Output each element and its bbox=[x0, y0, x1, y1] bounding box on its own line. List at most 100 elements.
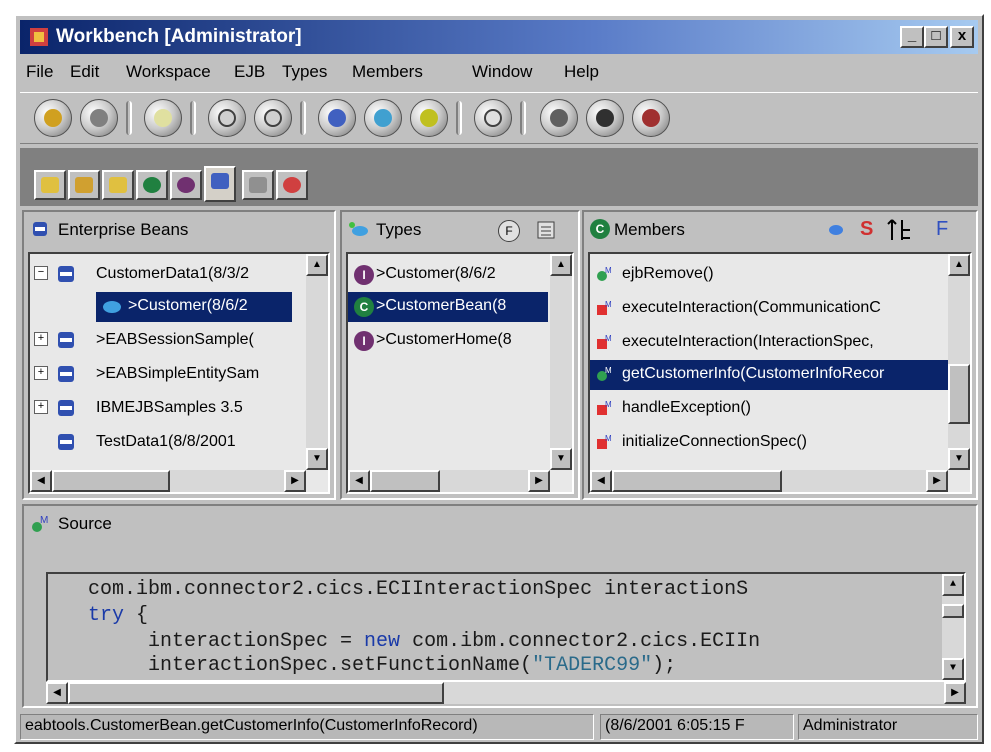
beans-list[interactable]: − CustomerData1(8/3/2 >Customer(8/6/2 + … bbox=[28, 252, 330, 494]
vertical-scrollbar[interactable]: ▲ ▼ bbox=[948, 254, 970, 470]
hierarchy-icon[interactable] bbox=[632, 99, 670, 137]
list-item[interactable]: I >CustomerHome(8 bbox=[348, 326, 552, 356]
scroll-thumb[interactable] bbox=[52, 470, 170, 492]
list-item[interactable]: + IBMEJBSamples 3.5 bbox=[30, 394, 308, 424]
scroll-left-button[interactable]: ◀ bbox=[348, 470, 370, 492]
list-item[interactable]: M initializeConnectionSpec() bbox=[590, 428, 950, 458]
scroll-down-button[interactable]: ▼ bbox=[942, 658, 964, 680]
scroll-right-button[interactable]: ▶ bbox=[528, 470, 550, 492]
package-icon[interactable] bbox=[540, 99, 578, 137]
list-item[interactable]: M executeInteraction(InteractionSpec, bbox=[590, 328, 950, 358]
scroll-right-button[interactable]: ▶ bbox=[284, 470, 306, 492]
scroll-up-button[interactable]: ▲ bbox=[942, 574, 964, 596]
minimize-button[interactable]: _ bbox=[900, 26, 924, 48]
method-private-icon: M bbox=[597, 434, 612, 449]
svg-text:M: M bbox=[605, 366, 612, 375]
field-filter-icon[interactable]: F bbox=[498, 220, 520, 242]
menu-workspace[interactable]: Workspace bbox=[126, 62, 211, 82]
expander-icon[interactable]: + bbox=[34, 366, 48, 380]
method-icon[interactable] bbox=[208, 99, 246, 137]
scroll-thumb[interactable] bbox=[948, 364, 970, 424]
scroll-thumb[interactable] bbox=[612, 470, 782, 492]
expander-icon[interactable]: + bbox=[34, 332, 48, 346]
tab-classes[interactable] bbox=[136, 170, 168, 200]
type-icon[interactable] bbox=[364, 99, 402, 137]
list-item[interactable]: TestData1(8/8/2001 bbox=[30, 428, 308, 458]
debug-icon[interactable] bbox=[80, 99, 118, 137]
tab-class-hierarchy[interactable] bbox=[68, 170, 100, 200]
enterprise-beans-pane: Enterprise Beans − CustomerData1(8/3/2 >… bbox=[22, 210, 336, 500]
svg-text:M: M bbox=[605, 400, 612, 409]
list-item-selected[interactable]: M getCustomerInfo(CustomerInfoRecor bbox=[590, 360, 950, 390]
field-filter-icon[interactable]: F bbox=[936, 218, 948, 241]
menu-members[interactable]: Members bbox=[352, 62, 423, 82]
close-button[interactable]: x bbox=[950, 26, 974, 48]
scroll-right-button[interactable]: ▶ bbox=[944, 682, 966, 704]
types-list[interactable]: I >Customer(8/6/2 C >CustomerBean(8 I >C… bbox=[346, 252, 574, 494]
vertical-scrollbar[interactable]: ▲ ▼ bbox=[942, 574, 964, 680]
list-item[interactable]: − CustomerData1(8/3/2 bbox=[30, 260, 308, 290]
vertical-scrollbar[interactable]: ▲ ▼ bbox=[306, 254, 328, 470]
scroll-down-button[interactable]: ▼ bbox=[306, 448, 328, 470]
expander-icon[interactable]: − bbox=[34, 266, 48, 280]
scroll-thumb[interactable] bbox=[942, 604, 964, 618]
horizontal-scrollbar[interactable]: ◀ ▶ bbox=[30, 470, 306, 492]
refresh-icon[interactable] bbox=[410, 99, 448, 137]
scroll-thumb[interactable] bbox=[370, 470, 440, 492]
vertical-scrollbar[interactable]: ▲ ▼ bbox=[550, 254, 572, 470]
sort-icon[interactable] bbox=[886, 218, 912, 242]
tab-scrapbook[interactable] bbox=[242, 170, 274, 200]
list-item[interactable]: M executeInteraction(CommunicationC bbox=[590, 294, 950, 324]
list-view-icon[interactable] bbox=[536, 220, 556, 240]
scroll-right-button[interactable]: ▶ bbox=[926, 470, 948, 492]
source-editor[interactable]: com.ibm.connector2.cics.ECIInteractionSp… bbox=[46, 572, 966, 682]
scroll-left-button[interactable]: ◀ bbox=[590, 470, 612, 492]
list-item[interactable]: + >EABSessionSample( bbox=[30, 326, 308, 356]
maximize-button[interactable]: □ bbox=[924, 26, 948, 48]
field-icon[interactable] bbox=[254, 99, 292, 137]
list-item-selected[interactable]: C >CustomerBean(8 bbox=[348, 292, 548, 322]
version-icon[interactable] bbox=[474, 99, 512, 137]
scroll-up-button[interactable]: ▲ bbox=[550, 254, 572, 276]
menu-types[interactable]: Types bbox=[282, 62, 327, 82]
horizontal-scrollbar[interactable]: ◀ ▶ bbox=[348, 470, 550, 492]
list-item[interactable]: M handleException() bbox=[590, 394, 950, 424]
scroll-up-button[interactable]: ▲ bbox=[306, 254, 328, 276]
tab-projects[interactable] bbox=[34, 170, 66, 200]
menu-edit[interactable]: Edit bbox=[70, 62, 99, 82]
expander-icon[interactable]: + bbox=[34, 400, 48, 414]
bean-jar-icon bbox=[58, 400, 74, 416]
tab-interfaces[interactable] bbox=[170, 170, 202, 200]
globe-icon[interactable] bbox=[586, 99, 624, 137]
menu-help[interactable]: Help bbox=[564, 62, 599, 82]
members-list[interactable]: M ejbRemove() M executeInteraction(Commu… bbox=[588, 252, 972, 494]
title-bar[interactable]: Workbench [Administrator] _ □ x bbox=[20, 20, 978, 54]
menu-file[interactable]: File bbox=[26, 62, 53, 82]
scroll-down-button[interactable]: ▼ bbox=[550, 448, 572, 470]
method-filter-icon[interactable] bbox=[828, 222, 844, 236]
static-filter-icon[interactable]: S bbox=[860, 218, 873, 241]
tab-ejb[interactable] bbox=[204, 166, 236, 202]
list-item[interactable]: + >EABSimpleEntitySam bbox=[30, 360, 308, 390]
scroll-thumb[interactable] bbox=[68, 682, 444, 704]
search-flashlight-icon[interactable] bbox=[144, 99, 182, 137]
source-horizontal-scrollbar[interactable]: ◀ ▶ bbox=[46, 682, 966, 704]
scroll-left-button[interactable]: ◀ bbox=[30, 470, 52, 492]
method-private-icon: M bbox=[597, 300, 612, 315]
interface-icon: I bbox=[354, 331, 374, 351]
menu-ejb[interactable]: EJB bbox=[234, 62, 265, 82]
scroll-up-button[interactable]: ▲ bbox=[948, 254, 970, 276]
scroll-left-button[interactable]: ◀ bbox=[46, 682, 68, 704]
menu-window[interactable]: Window bbox=[472, 62, 532, 82]
list-item[interactable]: I >Customer(8/6/2 bbox=[348, 260, 552, 290]
list-item[interactable]: M ejbRemove() bbox=[590, 260, 950, 290]
tab-packages[interactable] bbox=[102, 170, 134, 200]
horizontal-scrollbar[interactable]: ◀ ▶ bbox=[590, 470, 948, 492]
bean-icon[interactable] bbox=[318, 99, 356, 137]
run-icon[interactable] bbox=[34, 99, 72, 137]
scroll-down-button[interactable]: ▼ bbox=[948, 448, 970, 470]
list-item-label: >Customer(8/6/2 bbox=[376, 265, 496, 282]
tab-breakpoints[interactable] bbox=[276, 170, 308, 200]
list-item-selected[interactable]: >Customer(8/6/2 bbox=[96, 292, 292, 322]
package-icon bbox=[109, 177, 127, 193]
